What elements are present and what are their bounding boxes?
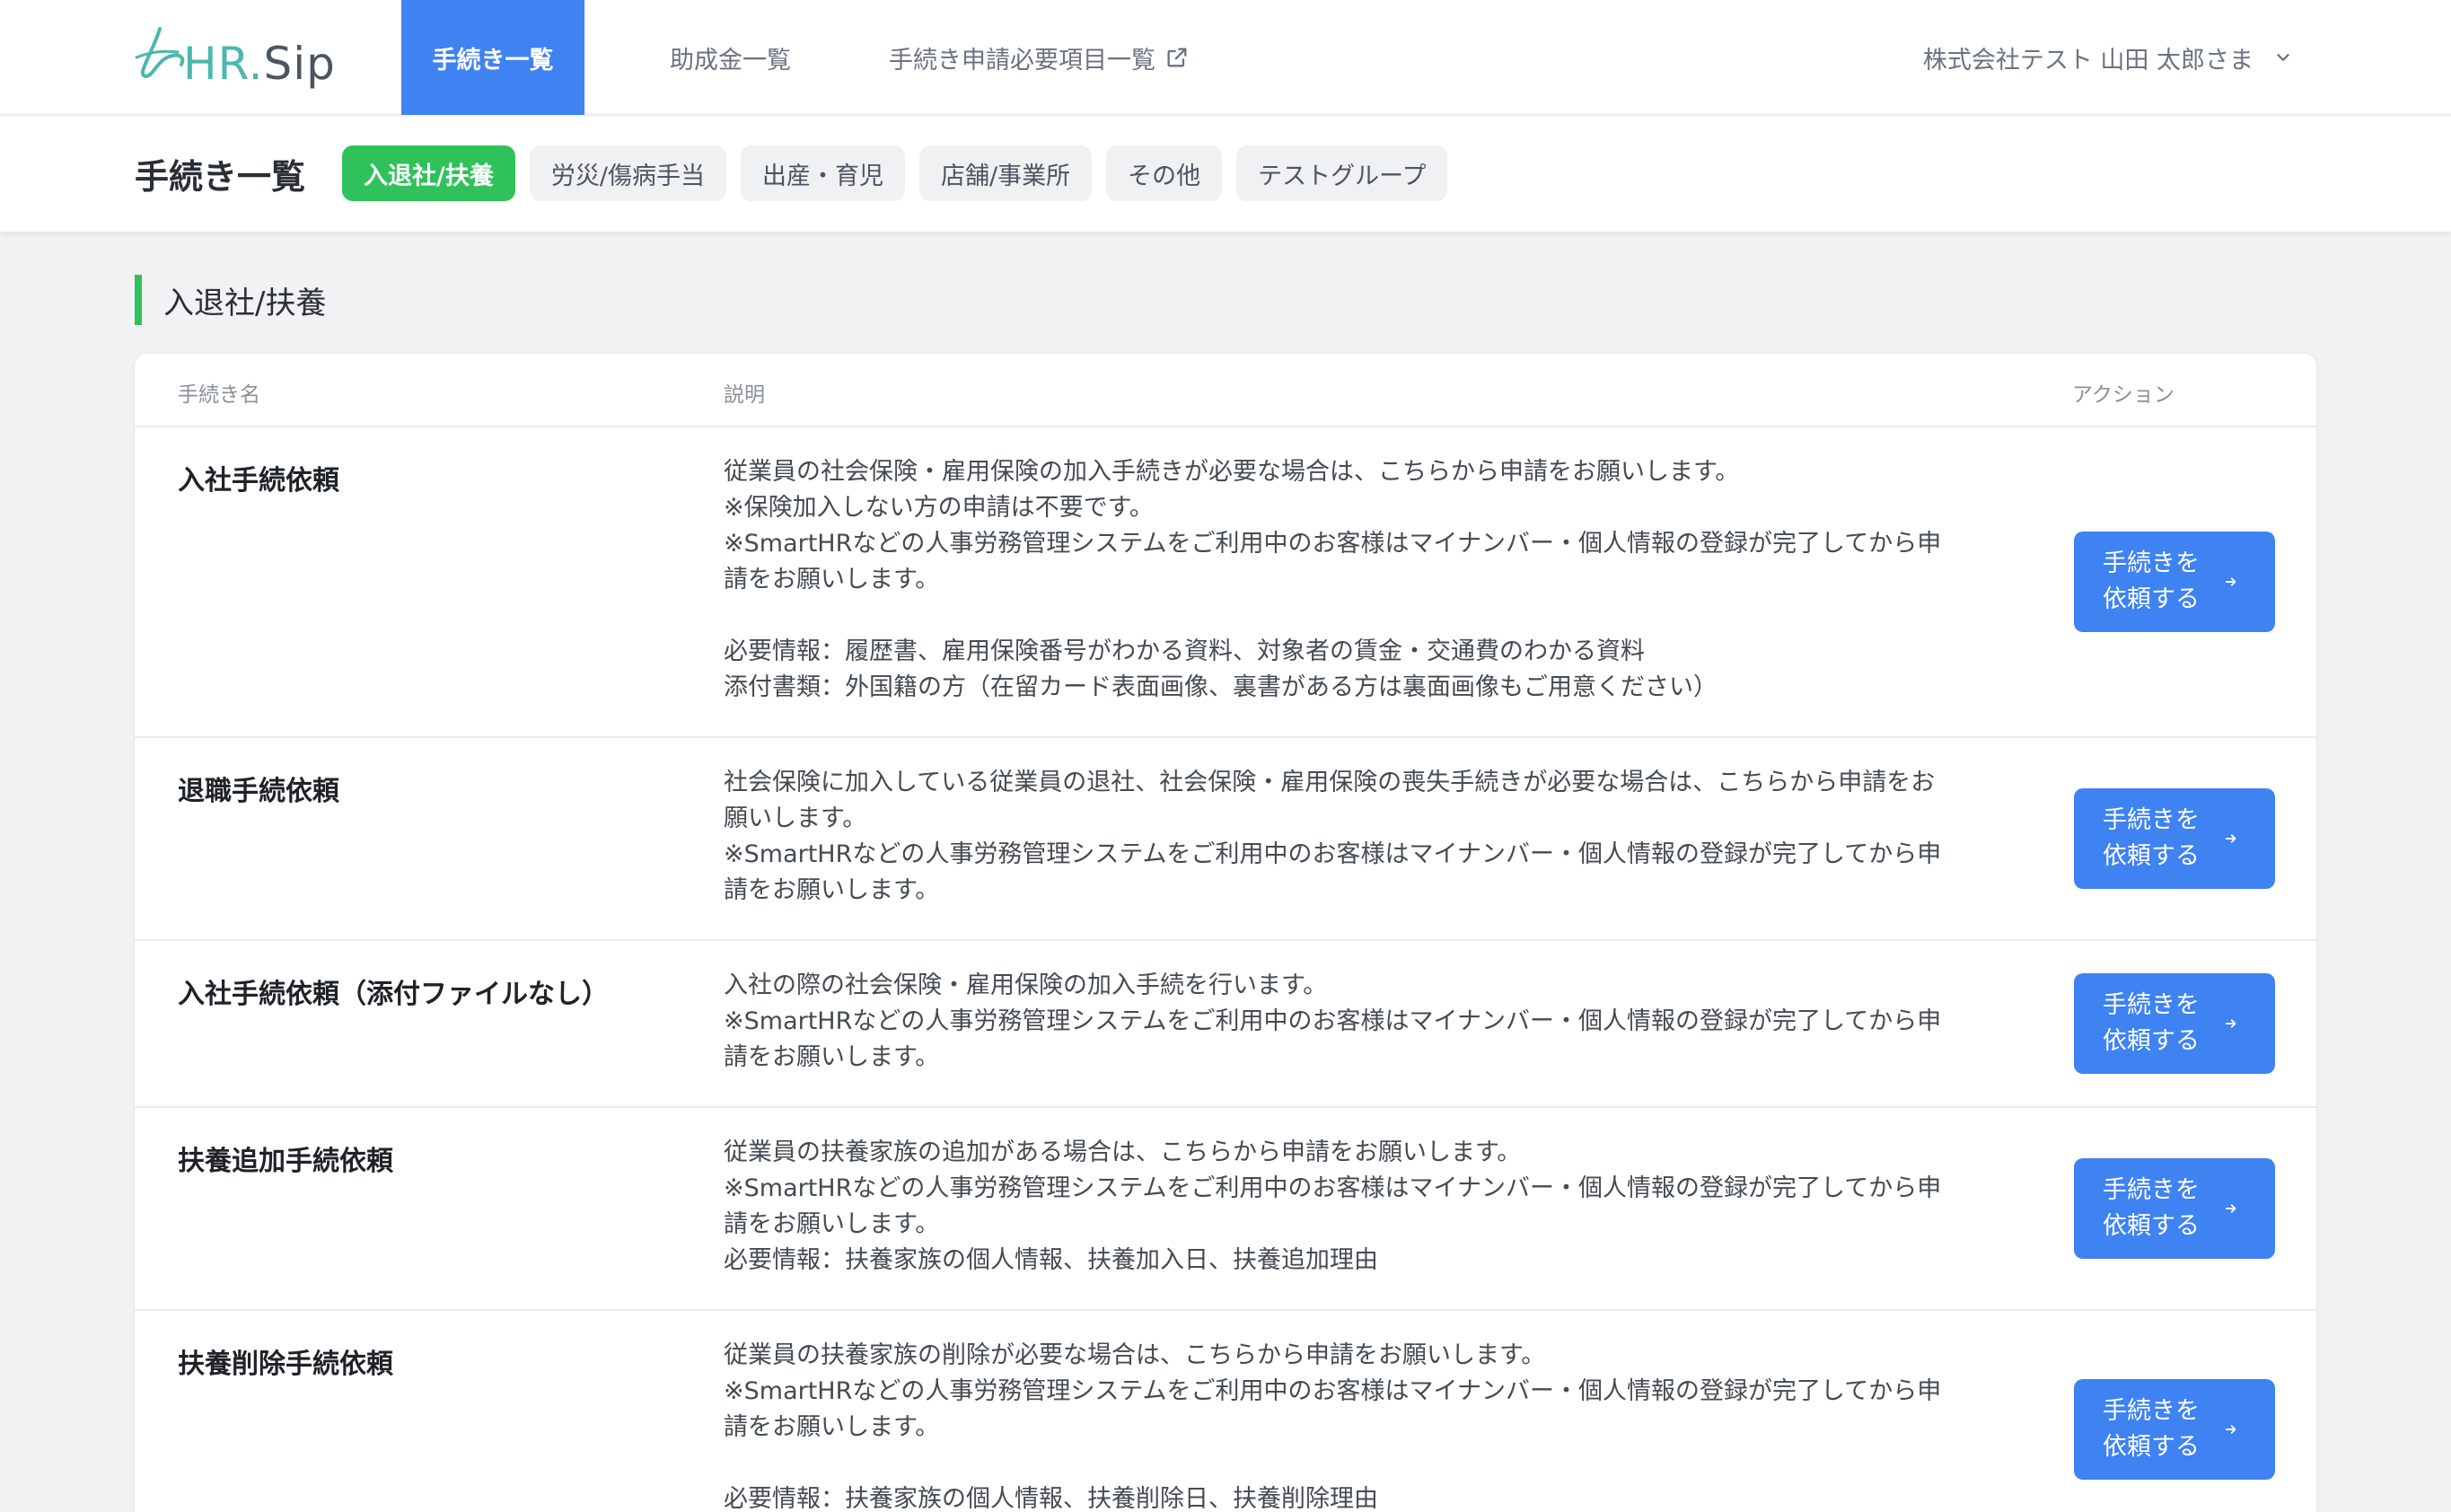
procedures-table: 手続き名 説明 アクション 入社手続依頼 従業員の社会保険・雇用保険の加入手続き… xyxy=(135,354,2316,1512)
description-line: 社会保険に加入している従業員の退社、社会保険・雇用保険の喪失手続きが必要な場合は… xyxy=(724,769,1936,796)
description-line: ※SmartHRなどの人事労務管理システムをご利用中のお客様はマイナンバー・個人… xyxy=(724,1007,1942,1035)
category-tab-test-group[interactable]: テストグループ xyxy=(1236,145,1448,201)
description-line: 請をお願いします。 xyxy=(724,1043,940,1071)
request-procedure-button[interactable]: 手続きを 依頼する xyxy=(2074,1158,2275,1259)
category-tab-childcare[interactable]: 出産・育児 xyxy=(740,145,905,201)
description-line: ※SmartHRなどの人事労務管理システムをご利用中のお客様はマイナンバー・個人… xyxy=(724,530,1942,558)
nav-tab-required-items[interactable]: 手続き申請必要項目一覧 xyxy=(889,0,1190,115)
request-procedure-button[interactable]: 手続きを 依頼する xyxy=(2074,1379,2275,1480)
procedure-description: 従業員の扶養家族の削除が必要な場合は、こちらから申請をお願いします。 ※Smar… xyxy=(724,1338,2133,1512)
user-menu[interactable]: 株式会社テスト 山田 太郎さま xyxy=(1923,0,2293,115)
table-row: 入社手続依頼（添付ファイルなし） 入社の際の社会保険・雇用保険の加入手続を行いま… xyxy=(135,941,2316,1108)
table-row: 扶養追加手続依頼 従業員の扶養家族の追加がある場合は、こちらから申請をお願いしま… xyxy=(135,1108,2316,1311)
category-tab-other[interactable]: その他 xyxy=(1106,145,1223,201)
description-line: 入社の際の社会保険・雇用保険の加入手続を行います。 xyxy=(724,971,1328,999)
request-procedure-button[interactable]: 手続きを 依頼する xyxy=(2074,532,2275,632)
description-line: 必要情報：扶養家族の個人情報、扶養削除日、扶養削除理由 xyxy=(724,1485,1378,1512)
description-line: 請をお願いします。 xyxy=(724,1210,940,1238)
user-name: 株式会社テスト 山田 太郎さま xyxy=(1922,46,2253,75)
category-tab-office[interactable]: 店舗/事業所 xyxy=(918,145,1093,201)
page-title: 手続き一覧 xyxy=(135,157,306,197)
category-tab-injury[interactable]: 労災/傷病手当 xyxy=(529,145,726,201)
nav-tab-required-items-label: 手続き申請必要項目一覧 xyxy=(889,46,1155,75)
request-button-label: 手続きを 依頼する xyxy=(2103,1176,2200,1240)
arrow-right-icon xyxy=(2225,1425,2236,1434)
request-procedure-button[interactable]: 手続きを 依頼する xyxy=(2074,788,2275,889)
column-header-action: アクション xyxy=(2072,383,2174,407)
procedure-description: 従業員の社会保険・雇用保険の加入手続きが必要な場合は、こちらから申請をお願いしま… xyxy=(724,454,2133,706)
nav-tab-procedures[interactable]: 手続き一覧 xyxy=(401,0,584,115)
description-line: ※SmartHRなどの人事労務管理システムをご利用中のお客様はマイナンバー・個人… xyxy=(724,1377,1942,1405)
procedure-name: 入社手続依頼（添付ファイルなし） xyxy=(178,979,609,1010)
table-header: 手続き名 説明 アクション xyxy=(135,354,2316,427)
table-row: 扶養削除手続依頼 従業員の扶養家族の削除が必要な場合は、こちらから申請をお願いし… xyxy=(135,1311,2316,1512)
procedure-description: 社会保険に加入している従業員の退社、社会保険・雇用保険の喪失手続きが必要な場合は… xyxy=(724,765,2133,909)
description-line: 願いします。 xyxy=(724,804,867,832)
description-line: 従業員の扶養家族の削除が必要な場合は、こちらから申請をお願いします。 xyxy=(724,1341,1546,1369)
description-line: 請をお願いします。 xyxy=(724,566,940,593)
description-line: 請をお願いします。 xyxy=(724,1413,940,1441)
logo-text: HR.Sip xyxy=(183,38,336,90)
arrow-right-icon xyxy=(2225,577,2236,586)
request-button-label: 手続きを 依頼する xyxy=(2103,549,2200,613)
description-line: 添付書類：外国籍の方（在留カード表面画像、裏書がある方は裏面画像もご用意ください… xyxy=(724,673,1717,701)
description-line: 従業員の社会保険・雇用保険の加入手続きが必要な場合は、こちらから申請をお願いしま… xyxy=(724,458,1740,486)
description-line: 請をお願いします。 xyxy=(724,876,940,904)
arrow-right-icon xyxy=(2225,1204,2236,1213)
column-header-name: 手続き名 xyxy=(178,383,260,407)
chevron-down-icon xyxy=(2277,54,2289,61)
request-procedure-button[interactable]: 手続きを 依頼する xyxy=(2074,973,2275,1074)
procedure-description: 入社の際の社会保険・雇用保険の加入手続を行います。 ※SmartHRなどの人事労… xyxy=(724,968,2133,1076)
procedure-name: 扶養削除手続依頼 xyxy=(178,1349,393,1380)
external-link-icon xyxy=(1167,48,1187,67)
section-title: 入退社/扶養 xyxy=(135,275,326,325)
brand-logo[interactable]: HR.Sip xyxy=(133,22,335,93)
category-tab-hiring-dependents[interactable]: 入退社/扶養 xyxy=(342,145,515,201)
request-button-label: 手続きを 依頼する xyxy=(2103,806,2200,870)
description-line: 従業員の扶養家族の追加がある場合は、こちらから申請をお願いします。 xyxy=(724,1138,1522,1166)
description-spacer xyxy=(724,598,2133,634)
description-line: ※保険加入しない方の申請は不要です。 xyxy=(724,494,1154,522)
description-line: 必要情報：履歴書、雇用保険番号がわかる資料、対象者の賃金・交通費のわかる資料 xyxy=(724,637,1645,665)
procedure-name: 扶養追加手続依頼 xyxy=(178,1146,393,1177)
nav-tab-subsidies[interactable]: 助成金一覧 xyxy=(670,0,791,115)
procedure-name: 退職手続依頼 xyxy=(178,776,339,807)
description-line: ※SmartHRなどの人事労務管理システムをご利用中のお客様はマイナンバー・個人… xyxy=(724,1174,1942,1202)
top-navbar: HR.Sip 手続き一覧 助成金一覧 手続き申請必要項目一覧 株式会社テスト 山… xyxy=(0,0,2451,115)
procedure-description: 従業員の扶養家族の追加がある場合は、こちらから申請をお願いします。 ※Smart… xyxy=(724,1135,2133,1279)
procedure-name: 入社手続依頼 xyxy=(178,465,339,497)
table-row: 入社手続依頼 従業員の社会保険・雇用保険の加入手続きが必要な場合は、こちらから申… xyxy=(135,427,2316,738)
description-line: 必要情報：扶養家族の個人情報、扶養加入日、扶養追加理由 xyxy=(724,1246,1378,1274)
table-row: 退職手続依頼 社会保険に加入している従業員の退社、社会保険・雇用保険の喪失手続き… xyxy=(135,738,2316,941)
request-button-label: 手続きを 依頼する xyxy=(2103,1397,2200,1461)
category-tabs: 入退社/扶養 労災/傷病手当 出産・育児 店舗/事業所 その他 テストグループ xyxy=(342,145,1448,201)
description-spacer xyxy=(724,1446,2133,1481)
request-button-label: 手続きを 依頼する xyxy=(2103,991,2200,1055)
column-header-description: 説明 xyxy=(724,383,765,407)
category-bar: 手続き一覧 入退社/扶養 労災/傷病手当 出産・育児 店舗/事業所 その他 テス… xyxy=(0,117,2451,232)
arrow-right-icon xyxy=(2225,1019,2236,1028)
arrow-right-icon xyxy=(2225,834,2236,843)
description-line: ※SmartHRなどの人事労務管理システムをご利用中のお客様はマイナンバー・個人… xyxy=(724,840,1942,868)
